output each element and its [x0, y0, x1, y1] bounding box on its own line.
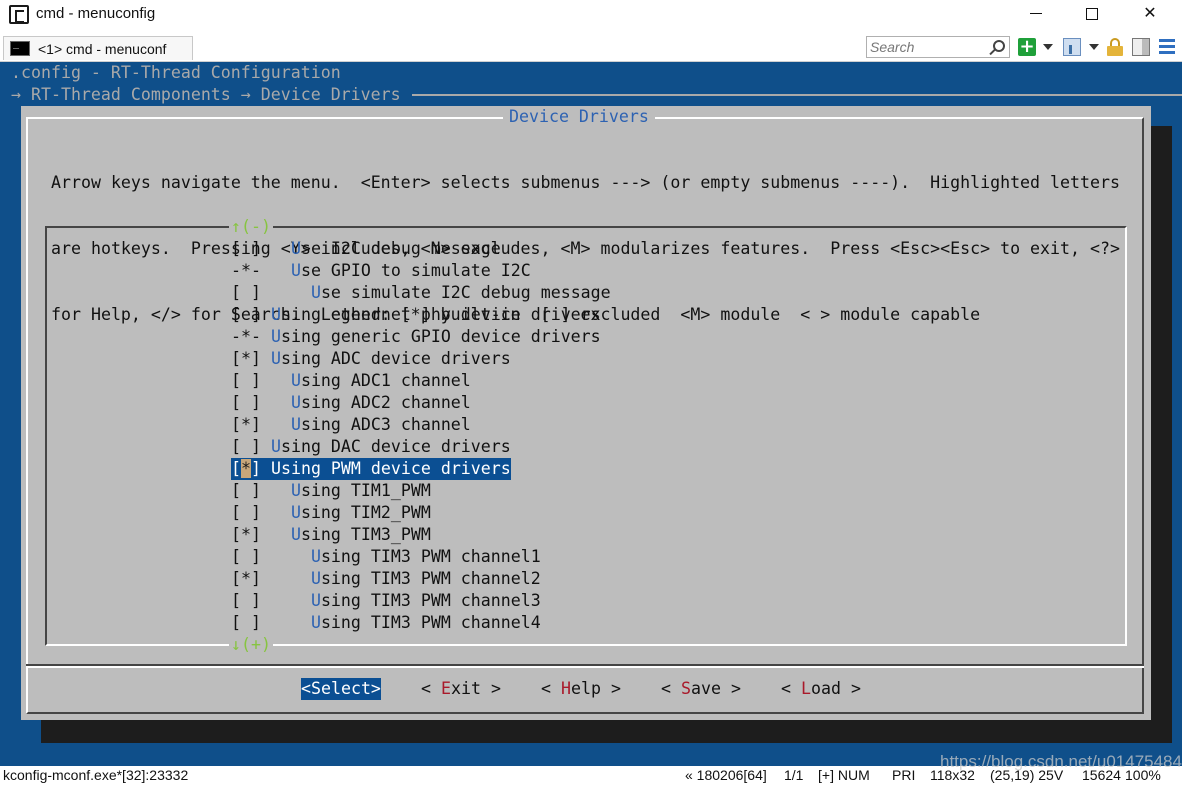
menu-item[interactable]: [*] Using TIM3_PWM: [231, 524, 431, 546]
select-button[interactable]: <Select>: [301, 678, 381, 700]
menuconfig-dialog: Device Drivers Arrow keys navigate the m…: [21, 106, 1151, 720]
help-button[interactable]: < Help >: [541, 678, 621, 700]
search-box[interactable]: [866, 36, 1010, 58]
config-header: .config - RT-Thread Configuration: [11, 63, 341, 82]
menu-list: [ ] Use I2C debug message -*- Use GPIO to…: [231, 238, 611, 634]
help-line: Arrow keys navigate the menu. <Enter> se…: [51, 173, 1120, 192]
new-console-dropdown-icon[interactable]: [1043, 44, 1053, 50]
window-title: cmd - menuconfig: [36, 5, 156, 22]
dialog-title: Device Drivers: [503, 106, 655, 128]
layout-dropdown-icon[interactable]: [1089, 44, 1099, 50]
minimize-icon: [1030, 13, 1042, 15]
menu-item[interactable]: [*] Using TIM3 PWM channel2: [231, 568, 541, 590]
search-icon[interactable]: [993, 40, 1005, 52]
maximize-button[interactable]: [1064, 0, 1120, 30]
close-icon: ✕: [1143, 5, 1157, 22]
menu-item[interactable]: [ ] Using TIM3 PWM channel3: [231, 590, 541, 612]
save-button[interactable]: < Save >: [661, 678, 741, 700]
window-titlebar[interactable]: cmd - menuconfig ✕: [0, 0, 1182, 30]
status-process: kconfig-mconf.exe*[32]:23332: [3, 767, 189, 783]
menu-item[interactable]: [ ] Using DAC device drivers: [231, 436, 511, 458]
menu-item[interactable]: [*] Using PWM device drivers: [231, 458, 511, 480]
menu-item[interactable]: [*] Using ADC3 channel: [231, 414, 471, 436]
lock-icon[interactable]: [1106, 38, 1124, 56]
menu-item[interactable]: -*- Using generic GPIO device drivers: [231, 326, 601, 348]
menu-item[interactable]: [ ] Using TIM3 PWM channel1: [231, 546, 541, 568]
status-priority: PRI: [892, 767, 916, 783]
panes-icon[interactable]: [1132, 38, 1150, 56]
console-tab-label: <1> cmd - menuconf: [38, 41, 167, 57]
console-tab[interactable]: <1> cmd - menuconf: [3, 36, 193, 60]
menu-item[interactable]: [ ] Using TIM3 PWM channel4: [231, 612, 541, 634]
breadcrumb: → RT-Thread Components → Device Drivers: [11, 85, 401, 104]
hamburger-menu-icon[interactable]: [1159, 38, 1177, 56]
console-area[interactable]: .config - RT-Thread Configuration → RT-T…: [0, 62, 1182, 766]
menu-item[interactable]: [ ] Using TIM2_PWM: [231, 502, 431, 524]
scroll-up-indicator[interactable]: ↑(-): [229, 216, 273, 238]
load-button[interactable]: < Load >: [781, 678, 861, 700]
scroll-down-indicator[interactable]: ↓(+): [229, 634, 273, 656]
status-console-index: 1/1: [784, 767, 804, 783]
maximize-icon: [1086, 7, 1098, 20]
menu-item[interactable]: [*] Using ADC device drivers: [231, 348, 511, 370]
menu-item[interactable]: [ ] Use simulate I2C debug message: [231, 282, 611, 304]
status-position: « 180206[64]: [685, 767, 767, 783]
menu-item[interactable]: [ ] Using ethernet phy device drivers: [231, 304, 601, 326]
status-num-lock: [+] NUM: [818, 767, 870, 783]
search-input[interactable]: [870, 38, 986, 56]
menu-item[interactable]: [ ] Using ADC2 channel: [231, 392, 471, 414]
button-separator: [26, 664, 1144, 668]
exit-button[interactable]: < Exit >: [421, 678, 501, 700]
console-app-icon: [9, 5, 29, 24]
breadcrumb-rule: [412, 94, 1182, 96]
layout-icon[interactable]: [1063, 38, 1081, 56]
menu-item[interactable]: [ ] Use I2C debug message: [231, 238, 501, 260]
watermark: https://blog.csdn.net/u014754841: [940, 752, 1182, 771]
close-button[interactable]: ✕: [1122, 0, 1178, 30]
menu-item[interactable]: [ ] Using TIM1_PWM: [231, 480, 431, 502]
menu-item[interactable]: -*- Use GPIO to simulate I2C: [231, 260, 531, 282]
minimize-button[interactable]: [1008, 0, 1064, 30]
terminal-icon: [10, 38, 30, 56]
menu-item[interactable]: [ ] Using ADC1 channel: [231, 370, 471, 392]
new-console-plus-icon[interactable]: +: [1018, 38, 1036, 56]
